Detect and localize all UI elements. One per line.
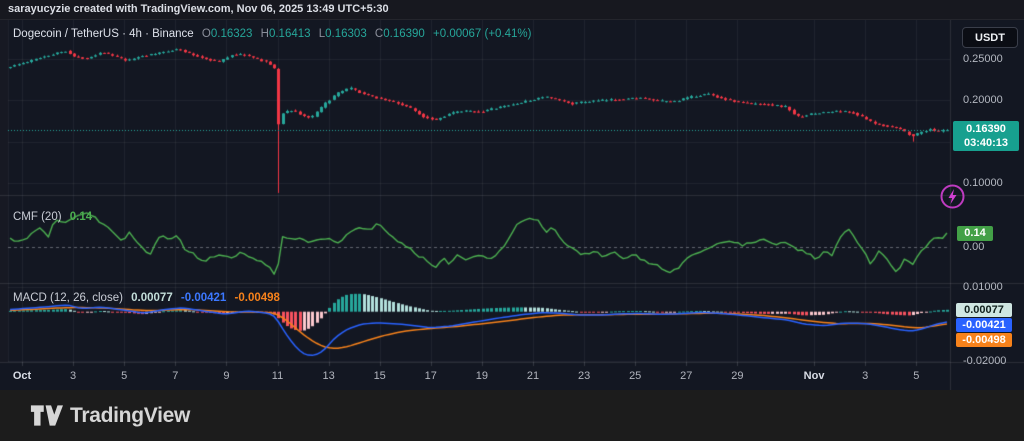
chart-area: Dogecoin / TetherUS · 4h · Binance O0.16… — [0, 20, 1024, 390]
tradingview-logo[interactable]: TradingView — [30, 403, 190, 428]
lightning-icon[interactable] — [939, 183, 966, 210]
attribution-bar: sarayucyzie created with TradingView.com… — [0, 0, 1024, 20]
tradingview-logo-text: TradingView — [70, 404, 190, 428]
attribution-text: sarayucyzie created with TradingView.com… — [8, 3, 389, 15]
tradingview-logo-icon — [30, 403, 63, 428]
footer-bar: TradingView — [0, 390, 1024, 441]
currency-toggle-button[interactable]: USDT — [962, 27, 1018, 48]
chart-canvas[interactable] — [0, 20, 1024, 390]
tradingview-snapshot: sarayucyzie created with TradingView.com… — [0, 0, 1024, 441]
